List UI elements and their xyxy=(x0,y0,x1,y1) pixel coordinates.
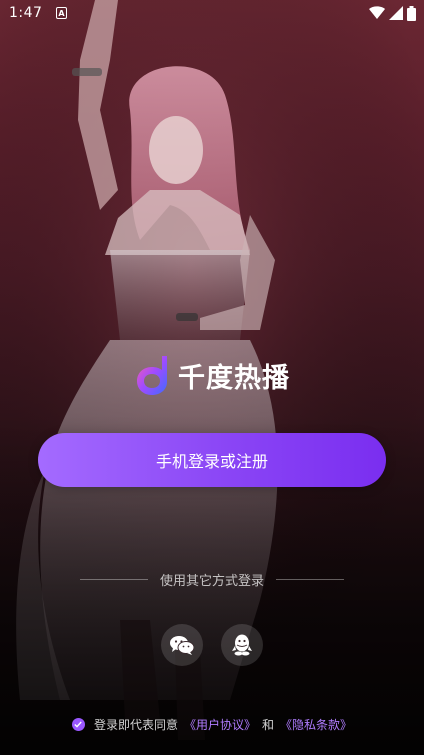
check-icon xyxy=(74,721,83,728)
agreement-row: 登录即代表同意 《用户协议》 和 《隐私条款》 xyxy=(0,716,424,733)
wechat-icon xyxy=(170,636,194,655)
login-screen: 1:47 A 千度热播 手机登录或注册 使用其它方式登录 登录即代表同意 《用户… xyxy=(0,0,424,755)
user-agreement-link[interactable]: 《用户协议》 xyxy=(184,716,256,733)
app-name: 千度热播 xyxy=(178,362,290,394)
divider-line-left xyxy=(79,579,148,580)
app-logo-icon xyxy=(137,356,167,395)
app-logo-row: 千度热播 xyxy=(0,354,424,396)
battery-icon xyxy=(407,5,416,21)
qq-login-button[interactable] xyxy=(221,624,263,666)
notification-icon: A xyxy=(56,7,67,19)
wifi-icon xyxy=(369,6,385,19)
agreement-conjunction: 和 xyxy=(262,718,275,732)
agreement-prefix: 登录即代表同意 xyxy=(93,718,178,732)
phone-login-button[interactable]: 手机登录或注册 xyxy=(38,433,386,487)
status-time: 1:47 xyxy=(9,5,43,21)
divider-line-right xyxy=(276,579,344,580)
agreement-checkbox[interactable] xyxy=(71,718,85,731)
signal-icon xyxy=(389,6,403,20)
qq-icon xyxy=(232,634,252,656)
status-bar: 1:47 A xyxy=(0,0,424,28)
other-login-divider: 使用其它方式登录 xyxy=(0,570,424,589)
privacy-policy-link[interactable]: 《隐私条款》 xyxy=(280,716,352,733)
other-login-label: 使用其它方式登录 xyxy=(159,574,264,589)
status-icons xyxy=(369,5,416,21)
wechat-login-button[interactable] xyxy=(161,624,203,666)
